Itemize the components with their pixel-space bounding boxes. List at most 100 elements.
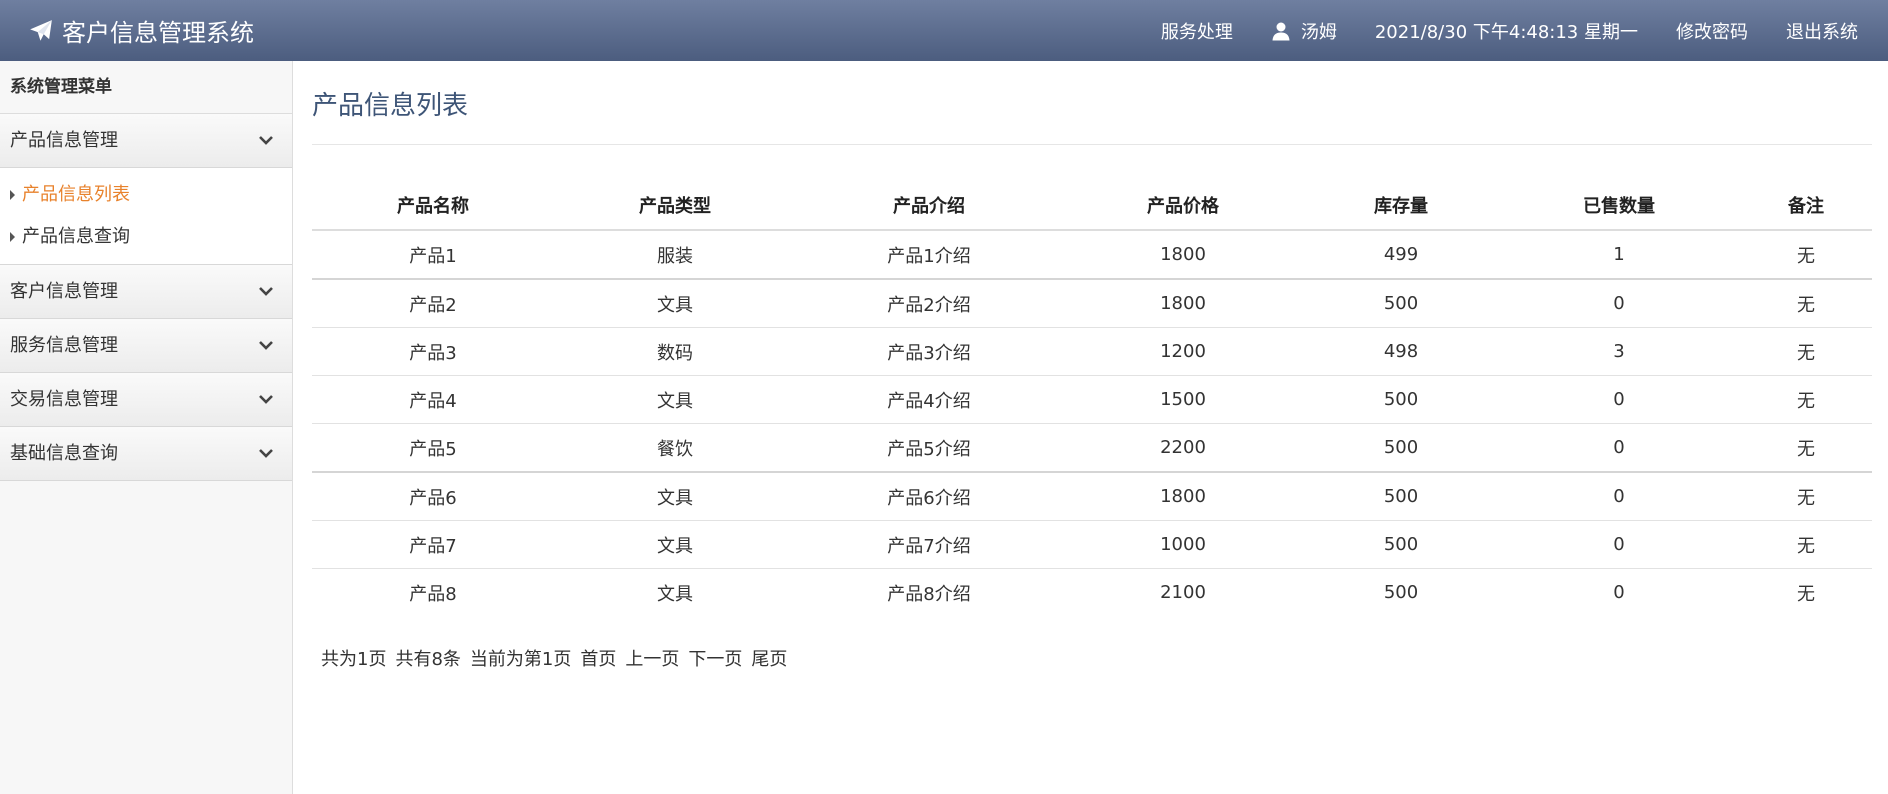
table-row: 产品7 文具 产品7介绍 1000 500 0 无 [312, 520, 1872, 569]
pager-current-page: 当前为第1页 [469, 649, 572, 670]
page-title: 产品信息列表 [312, 91, 469, 121]
cell-price: 1000 [1062, 520, 1304, 569]
pager-last-link[interactable]: 尾页 [751, 645, 787, 671]
cell-intro: 产品3介绍 [796, 327, 1062, 376]
cell-name: 产品5 [312, 423, 554, 473]
sidebar-group-service[interactable]: 服务信息管理 [0, 319, 292, 373]
cell-stock: 500 [1304, 520, 1498, 569]
brand[interactable]: 客户信息管理系统 [28, 0, 254, 61]
cell-remark: 无 [1740, 472, 1872, 521]
cell-intro: 产品4介绍 [796, 375, 1062, 424]
table-header-row: 产品名称 产品类型 产品介绍 产品价格 库存量 已售数量 备注 [312, 181, 1872, 231]
sidebar-group-label: 交易信息管理 [10, 389, 118, 410]
column-header: 产品价格 [1062, 181, 1304, 231]
sidebar-item-product-query[interactable]: 产品信息查询 [0, 216, 292, 258]
cell-intro: 产品2介绍 [796, 279, 1062, 328]
chevron-down-icon [259, 395, 273, 404]
table-row: 产品3 数码 产品3介绍 1200 498 3 无 [312, 327, 1872, 376]
cell-sold: 0 [1498, 472, 1740, 521]
sidebar-item-label: 产品信息列表 [22, 184, 130, 205]
sidebar-item-product-list[interactable]: 产品信息列表 [0, 174, 292, 216]
cell-type: 文具 [554, 279, 796, 328]
cell-sold: 0 [1498, 423, 1740, 473]
cell-name: 产品8 [409, 583, 457, 605]
table-row: 产品2 文具 产品2介绍 1800 500 0 无 [312, 279, 1872, 328]
cell-remark: 无 [1740, 327, 1872, 376]
cell-type: 餐饮 [554, 423, 796, 473]
user-name: 汤姆 [1300, 21, 1337, 43]
pagination: 共为1页 共有8条 当前为第1页 首页 上一页 下一页 尾页 [321, 645, 787, 671]
caret-right-icon [10, 190, 15, 200]
pager-first-link[interactable]: 首页 [580, 645, 616, 671]
cell-sold: 1 [1498, 230, 1740, 280]
cell-remark: 无 [1740, 230, 1872, 280]
cell-intro: 产品5介绍 [796, 423, 1062, 473]
pager-next-link[interactable]: 下一页 [688, 645, 742, 671]
column-header: 产品介绍 [796, 181, 1062, 231]
chevron-down-icon [259, 136, 273, 145]
divider [312, 144, 1872, 145]
table-row: 产品6 文具 产品6介绍 1800 500 0 无 [312, 472, 1872, 521]
cell-remark: 无 [1740, 375, 1872, 424]
cell-name: 产品1 [312, 230, 554, 280]
user-icon [1272, 22, 1290, 40]
sidebar-group-transaction[interactable]: 交易信息管理 [0, 373, 292, 427]
service-label: 服务处理 [1160, 21, 1233, 43]
column-header: 产品类型 [554, 181, 796, 231]
cell-name: 产品7 [312, 520, 554, 569]
cell-intro: 产品8介绍 [887, 583, 971, 605]
cell-name: 产品6 [312, 472, 554, 521]
chevron-down-icon [259, 341, 273, 350]
service-link[interactable]: 服务处理 [1161, 18, 1233, 44]
change-password-link[interactable]: 修改密码 [1676, 18, 1748, 44]
column-header: 已售数量 [1498, 181, 1740, 231]
logout-link[interactable]: 退出系统 [1786, 18, 1858, 44]
pager-total-pages: 共为1页 [321, 649, 387, 670]
table-row: 产品8 文具 产品8介绍 2100 500 0 无 [312, 569, 1872, 617]
cell-remark: 无 [1740, 279, 1872, 328]
cell-sold: 3 [1498, 327, 1740, 376]
cell-stock: 498 [1304, 327, 1498, 376]
pager-prev-link[interactable]: 上一页 [625, 645, 679, 671]
cell-price: 1800 [1062, 472, 1304, 521]
table-row: 产品1 服装 产品1介绍 1800 499 1 无 [312, 230, 1872, 280]
change-password-label: 修改密码 [1676, 21, 1748, 43]
datetime-display: 2021/8/30 下午4:48:13 星期一 [1375, 18, 1638, 44]
cell-type: 文具 [554, 472, 796, 521]
logout-label: 退出系统 [1786, 21, 1858, 43]
sidebar-group-product[interactable]: 产品信息管理 [0, 114, 292, 168]
column-header: 产品名称 [312, 181, 554, 231]
cell-type: 文具 [554, 520, 796, 569]
table-row: 产品4 文具 产品4介绍 1500 500 0 无 [312, 375, 1872, 424]
pager-total-records: 共有8条 [395, 649, 461, 670]
sidebar-group-label: 客户信息管理 [10, 281, 118, 302]
app-title: 客户信息管理系统 [62, 19, 254, 47]
top-nav: 服务处理 汤姆 2021/8/30 下午4:48:13 星期一 修改密码 退出系… [1123, 0, 1858, 61]
main-content: 产品信息列表 产品名称 产品类型 产品介绍 产品价格 库存量 已售数量 备注 产… [312, 61, 1872, 794]
cell-intro: 产品7介绍 [796, 520, 1062, 569]
cell-name: 产品2 [312, 279, 554, 328]
cell-price: 1200 [1062, 327, 1304, 376]
sidebar-group-customer[interactable]: 客户信息管理 [0, 265, 292, 319]
sidebar-group-basic-query[interactable]: 基础信息查询 [0, 427, 292, 481]
cell-price: 2200 [1062, 423, 1304, 473]
cell-sold: 0 [1498, 520, 1740, 569]
chevron-down-icon [259, 449, 273, 458]
cell-stock: 500 [1304, 472, 1498, 521]
sidebar-submenu-product: 产品信息列表 产品信息查询 [0, 168, 292, 265]
cell-sold: 0 [1613, 582, 1625, 603]
cell-intro: 产品6介绍 [796, 472, 1062, 521]
cell-remark: 无 [1740, 423, 1872, 473]
cell-stock: 500 [1383, 582, 1419, 603]
cell-stock: 500 [1304, 423, 1498, 473]
cell-type: 服装 [554, 230, 796, 280]
cell-remark: 无 [1797, 583, 1815, 605]
cell-remark: 无 [1740, 520, 1872, 569]
sidebar-heading: 系统管理菜单 [0, 61, 292, 114]
column-header: 备注 [1740, 181, 1872, 231]
cell-intro: 产品1介绍 [796, 230, 1062, 280]
cell-name: 产品3 [312, 327, 554, 376]
user-menu[interactable]: 汤姆 [1271, 18, 1337, 44]
cell-name: 产品4 [312, 375, 554, 424]
cell-sold: 0 [1498, 279, 1740, 328]
